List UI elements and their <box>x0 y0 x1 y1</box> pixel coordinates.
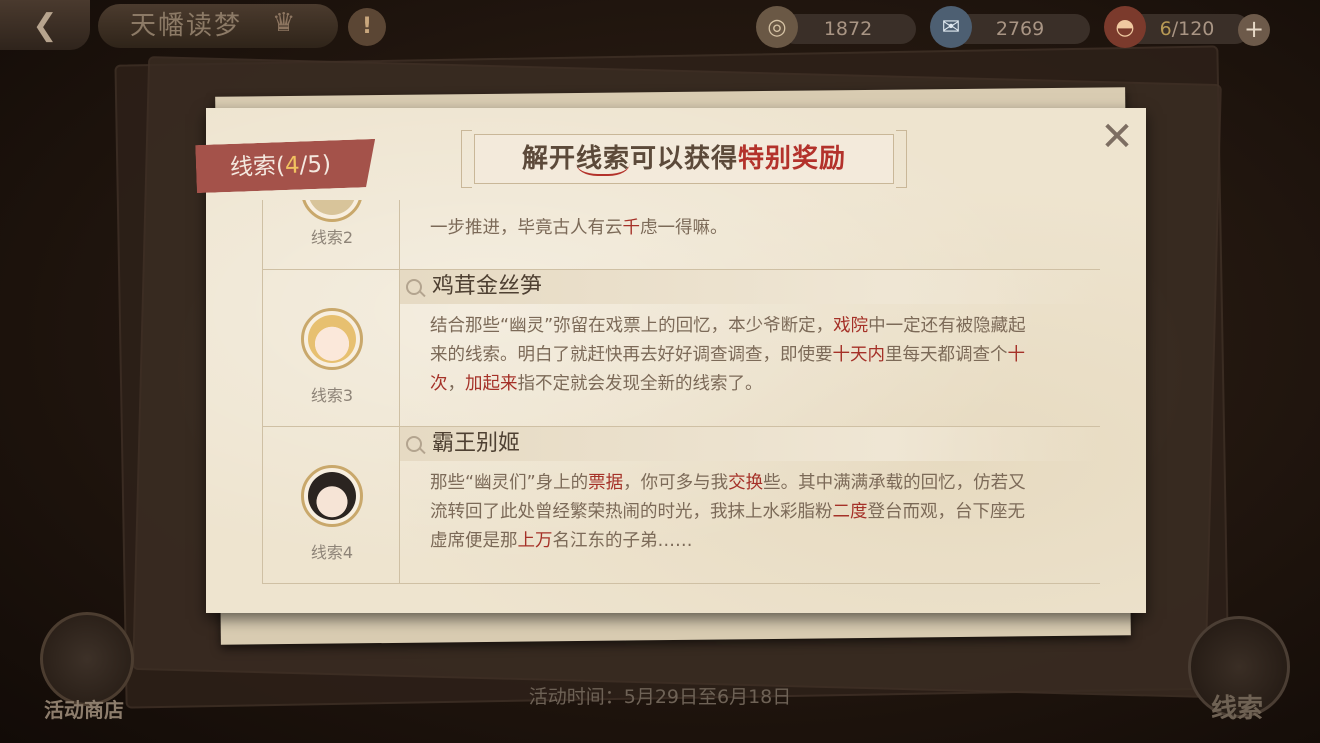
text-highlight: 戏院 <box>833 316 869 336</box>
text-span: 名江东的子弟…… <box>552 531 693 551</box>
ticket-icon: ✉ <box>930 6 972 48</box>
stamina-max: /120 <box>1171 18 1215 40</box>
clue-row-3: 线索3 鸡茸金丝笋 结合那些“幽灵”弥留在戏票上的回忆，本少爷断定，戏院中一定还… <box>262 270 1100 427</box>
reward-header: 解开线索可以获得特别奖励 <box>461 130 907 188</box>
text-span: ，你可多与我 <box>623 473 729 493</box>
text-highlight: 上万 <box>517 531 553 551</box>
clue-4-title-bar: 霸王别姬 <box>400 427 1100 461</box>
clue-3-avatar <box>301 308 363 370</box>
clue-row-2: 线索2 一步推进，毕竟古人有云千虑一得嘛。 <box>262 200 1100 270</box>
header-text-pre: 解开 <box>521 144 576 174</box>
text-highlight: 二度 <box>832 502 868 522</box>
compass-coin-icon: ◎ <box>756 6 798 48</box>
header-text-highlight: 特别奖励 <box>738 144 847 174</box>
back-arrow-icon: ❮ <box>32 7 58 43</box>
text-highlight: 票据 <box>588 473 624 493</box>
clue-list[interactable]: 线索2 一步推进，毕竟古人有云千虑一得嘛。 线索3 鸡茸金丝笋 结合那些“幽灵”… <box>262 200 1100 584</box>
clue-4-label: 线索4 <box>310 543 354 562</box>
clue-tag-suffix: /5) <box>299 151 332 179</box>
text-highlight: 交换 <box>728 473 764 493</box>
back-button[interactable]: ❮ <box>0 0 90 50</box>
clue-row-left: 线索4 <box>262 427 400 583</box>
clue-tag-prefix: 线索( <box>229 153 286 181</box>
currency-coin: 1872 <box>780 14 916 44</box>
close-icon: ✕ <box>1100 114 1134 160</box>
clue-3-text: 结合那些“幽灵”弥留在戏票上的回忆，本少爷断定，戏院中一定还有被隐藏起来的线索。… <box>430 312 1030 399</box>
text-span: 指不定就会发现全新的线索了。 <box>517 374 763 394</box>
blonde-character-portrait-icon <box>308 315 356 363</box>
clue-3-title: 鸡茸金丝笋 <box>432 274 543 299</box>
character-portrait-icon <box>308 200 356 215</box>
text-span: 里每天都调查个 <box>885 345 1008 365</box>
clue-4-text: 那些“幽灵们”身上的票据，你可多与我交换些。其中满满承载的回忆，仿若又流转回了此… <box>430 469 1030 556</box>
clue-row-4: 线索4 霸王别姬 那些“幽灵们”身上的票据，你可多与我交换些。其中满满承载的回忆… <box>262 427 1100 584</box>
stamina-current: 6 <box>1159 18 1172 40</box>
opera-character-portrait-icon <box>308 472 356 520</box>
text-highlight: 千 <box>622 218 641 238</box>
search-icon <box>406 436 422 452</box>
clue-button-label: 线索 <box>1210 694 1263 724</box>
clue-2-avatar <box>301 200 363 222</box>
clue-3-title-bar: 鸡茸金丝笋 <box>400 270 1100 304</box>
text-span: 虑一得嘛。 <box>640 218 728 238</box>
header-text-mid: 线索 <box>575 144 630 176</box>
crown-icon[interactable]: ♛ <box>272 8 295 38</box>
text-highlight: 十天内 <box>832 345 886 365</box>
event-time: 活动时间：5月29日至6月18日 <box>528 686 792 708</box>
clue-2-text: 一步推进，毕竟古人有云千虑一得嘛。 <box>430 214 1050 243</box>
search-icon <box>406 279 422 295</box>
clue-row-left: 线索3 <box>262 270 400 426</box>
clue-2-label: 线索2 <box>310 228 354 247</box>
page-title: 天幡读梦 <box>98 4 338 48</box>
clue-3-label: 线索3 <box>310 386 354 405</box>
text-span: 那些“幽灵们”身上的 <box>430 473 589 493</box>
ticket-count: 2769 <box>995 18 1045 40</box>
text-span: 一步推进，毕竟古人有云 <box>430 218 623 238</box>
food-bowl-icon: ◓ <box>1104 6 1146 48</box>
clue-4-title: 霸王别姬 <box>432 431 521 456</box>
text-highlight: 加起来 <box>465 374 518 394</box>
coin-count: 1872 <box>823 18 873 40</box>
text-span: 结合那些“幽灵”弥留在戏票上的回忆，本少爷断定， <box>430 316 834 336</box>
close-button[interactable]: ✕ <box>1094 114 1140 160</box>
clue-progress-tag: 线索(4/5) <box>195 139 377 193</box>
top-bar: ❮ 天幡读梦 ♛ ! 1872 ◎ 2769 ✉ 6/120 ◓ + <box>0 0 1320 58</box>
text-span: ， <box>447 374 466 394</box>
clue-4-avatar <box>301 465 363 527</box>
info-icon[interactable]: ! <box>348 8 386 46</box>
clue-tag-current: 4 <box>284 152 301 180</box>
clue-row-left: 线索2 <box>262 200 400 269</box>
header-text-mid2: 可以获得 <box>630 144 739 174</box>
add-stamina-button[interactable]: + <box>1238 14 1270 46</box>
